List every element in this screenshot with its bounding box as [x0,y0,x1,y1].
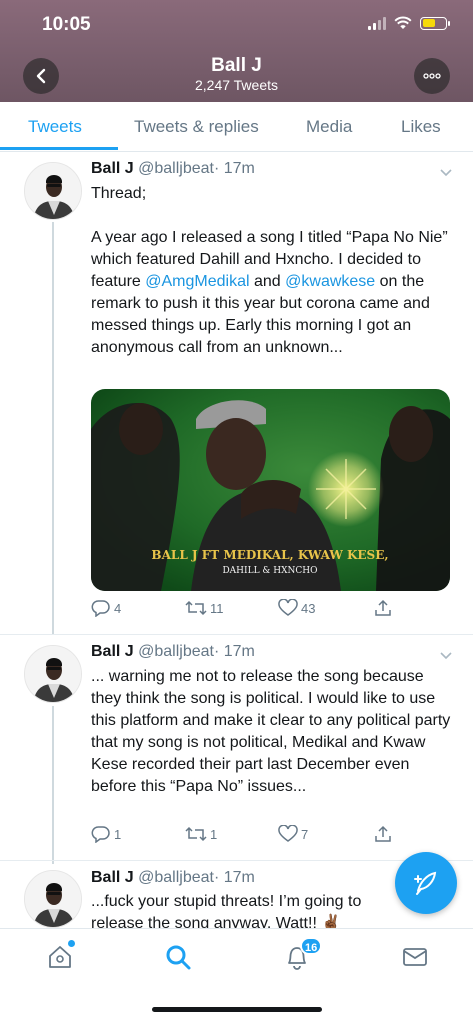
retweet-button[interactable]: 1 [185,825,217,843]
tweet-body: A year ago I released a song I titled “P… [91,227,457,359]
like-button[interactable]: 43 [278,599,315,617]
avatar[interactable] [24,645,82,703]
chevron-down-icon[interactable] [439,165,453,179]
tweet-intro-text: Thread; [91,185,147,202]
reply-button[interactable]: 1 [91,825,121,843]
tab-tweets[interactable]: Tweets [28,117,82,137]
reply-count: 1 [114,826,122,842]
chevron-down-icon[interactable] [439,648,453,662]
wifi-icon [394,16,412,29]
mail-icon [403,948,427,966]
search-icon [166,945,191,970]
share-icon [375,599,391,616]
tweet-header: Ball J @balljbeat· 17m [91,160,255,178]
avatar[interactable] [24,870,82,928]
tweet-actions: 1 1 7 [91,825,401,847]
tab-media[interactable]: Media [306,117,352,137]
tweet-count: 2,247 Tweets [194,77,279,93]
more-options-button[interactable] [414,58,450,94]
reply-icon [91,826,110,843]
reply-icon [91,600,110,617]
compose-feather-icon [414,871,437,895]
author-handle[interactable]: @balljbeat [138,160,214,177]
like-count: 43 [301,600,316,616]
tweet-text-part: and [249,273,286,290]
retweet-button[interactable]: 11 [185,599,224,617]
mention-link[interactable]: @kwawkese [285,273,375,290]
new-content-dot [68,940,75,947]
status-time: 10:05 [42,14,91,35]
status-icons [368,16,450,30]
tweet-media-image[interactable]: BALL J FT MEDIKAL, KWAW KESE, DAHILL & H… [91,389,450,591]
tweet-header: Ball J @balljbeat· 17m [91,869,255,887]
divider [0,860,473,861]
share-button[interactable] [373,599,393,617]
notifications-badge: 16 [300,937,323,955]
thread-line [52,706,54,864]
share-icon [375,825,391,842]
share-button[interactable] [373,825,393,843]
signal-icon [368,16,386,30]
heart-icon [278,825,298,842]
reply-count: 4 [114,600,122,616]
compose-tweet-button[interactable] [395,852,457,914]
like-count: 7 [301,826,309,842]
profile-name: Ball J [211,55,262,76]
nav-messages[interactable] [401,943,429,971]
retweet-count: 1 [210,826,218,842]
tweet-header: Ball J @balljbeat· 17m [91,643,255,661]
author-name[interactable]: Ball J [91,869,134,886]
tweet-body: ... warning me not to release the song b… [91,668,451,795]
tweet-time: · 17m [213,643,255,660]
divider [0,634,473,635]
tab-likes[interactable]: Likes [401,117,441,137]
tweet-time: · 17m [213,869,255,886]
avatar[interactable] [24,162,82,220]
profile-tabs: Tweets Tweets & replies Media Likes [0,102,473,152]
retweet-icon [185,600,207,616]
retweet-count: 11 [210,600,224,616]
nav-home[interactable] [46,943,74,971]
battery-icon [420,16,450,30]
media-caption-line1: BALL J FT MEDIKAL, KWAW KESE, [151,548,388,562]
author-name[interactable]: Ball J [91,160,134,177]
nav-search[interactable] [164,943,192,971]
home-indicator-bar [152,1007,322,1012]
tweet-actions: 4 11 43 [91,599,401,621]
heart-icon [278,599,298,616]
author-name[interactable]: Ball J [91,643,134,660]
profile-header: 10:05 Ball J 2,247 Tweets [0,0,473,102]
mention-link[interactable]: @AmgMedikal [145,273,249,290]
author-handle[interactable]: @balljbeat [138,643,214,660]
tab-tweets-and-replies[interactable]: Tweets & replies [134,117,259,137]
home-icon [49,946,71,968]
author-handle[interactable]: @balljbeat [138,869,214,886]
media-caption-line2: DAHILL & HXNCHO [222,566,317,576]
reply-button[interactable]: 4 [91,599,121,617]
tweet-time: · 17m [213,160,255,177]
like-button[interactable]: 7 [278,825,308,843]
retweet-icon [185,826,207,842]
more-icon [423,73,441,79]
tweet-body: ...fuck your stupid threats! I’m going t… [91,893,362,928]
thread-line [52,222,54,635]
active-tab-indicator [0,147,118,150]
